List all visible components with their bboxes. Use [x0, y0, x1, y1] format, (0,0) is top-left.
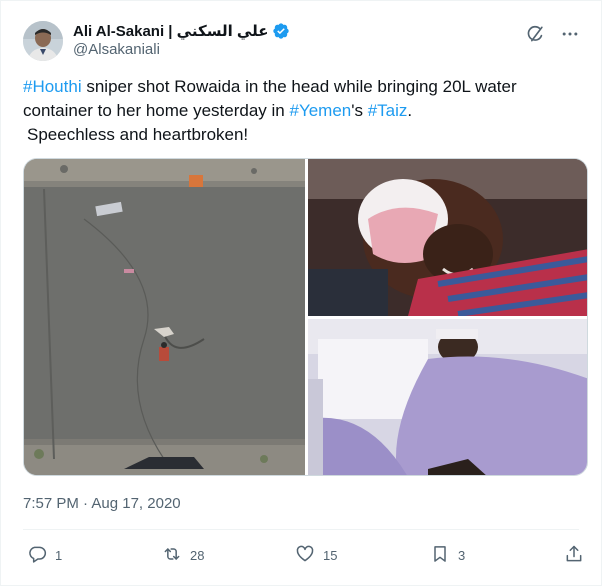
- media-photo-street[interactable]: [24, 159, 305, 475]
- tweet-text-line-1: #Houthi sniper shot Rowaida in the head …: [23, 75, 583, 123]
- grok-icon[interactable]: [525, 23, 547, 45]
- share-button[interactable]: [564, 544, 584, 567]
- tweet-text: #Houthi sniper shot Rowaida in the head …: [23, 75, 583, 147]
- verified-badge-icon: [272, 22, 290, 40]
- tweet-timestamp[interactable]: 7:57 PM · Aug 17, 2020: [23, 495, 181, 512]
- reply-count: 1: [55, 548, 63, 563]
- hashtag-houthi[interactable]: #Houthi: [23, 77, 82, 96]
- tweet-actions-bar: 1 28 15 3: [23, 544, 583, 570]
- bookmark-icon: [430, 544, 450, 567]
- like-icon: [295, 544, 315, 567]
- share-icon: [564, 544, 584, 567]
- avatar-image: [23, 21, 63, 61]
- hashtag-yemen[interactable]: #Yemen: [289, 101, 351, 120]
- media-photo-injured-child[interactable]: [308, 159, 587, 316]
- media-grid: [23, 158, 588, 476]
- tweet-card: Ali Al-Sakani | علي السكني @Alsakaniali …: [0, 0, 602, 586]
- author-handle[interactable]: @Alsakaniali: [73, 41, 160, 58]
- tweet-text-segment: sniper shot Rowaida in the head while br…: [23, 77, 517, 120]
- tweet-text-line-2: Speechless and heartbroken!: [27, 125, 249, 144]
- display-name[interactable]: Ali Al-Sakani | علي السكني: [73, 22, 268, 40]
- tweet-top-actions: [525, 23, 581, 45]
- tweet-text-segment: 's: [351, 101, 368, 120]
- author-name-row: Ali Al-Sakani | علي السكني: [73, 21, 290, 41]
- like-button[interactable]: 15: [295, 544, 337, 567]
- repost-count: 28: [190, 548, 205, 563]
- bookmark-button[interactable]: 3: [430, 544, 465, 567]
- reply-icon: [27, 544, 47, 567]
- repost-button[interactable]: 28: [162, 544, 204, 567]
- avatar[interactable]: [23, 21, 63, 61]
- tweet-text-segment: .: [407, 101, 413, 120]
- tweet-date[interactable]: Aug 17, 2020: [91, 495, 180, 512]
- hashtag-taiz[interactable]: #Taiz: [368, 101, 408, 120]
- reply-button[interactable]: 1: [27, 544, 62, 567]
- more-icon[interactable]: [559, 23, 581, 45]
- like-count: 15: [323, 548, 338, 563]
- media-photo-hospital-bed[interactable]: [308, 319, 587, 475]
- repost-icon: [162, 544, 182, 567]
- timestamp-separator: ·: [78, 495, 92, 512]
- divider: [23, 529, 579, 530]
- tweet-time[interactable]: 7:57 PM: [23, 495, 79, 512]
- bookmark-count: 3: [458, 548, 466, 563]
